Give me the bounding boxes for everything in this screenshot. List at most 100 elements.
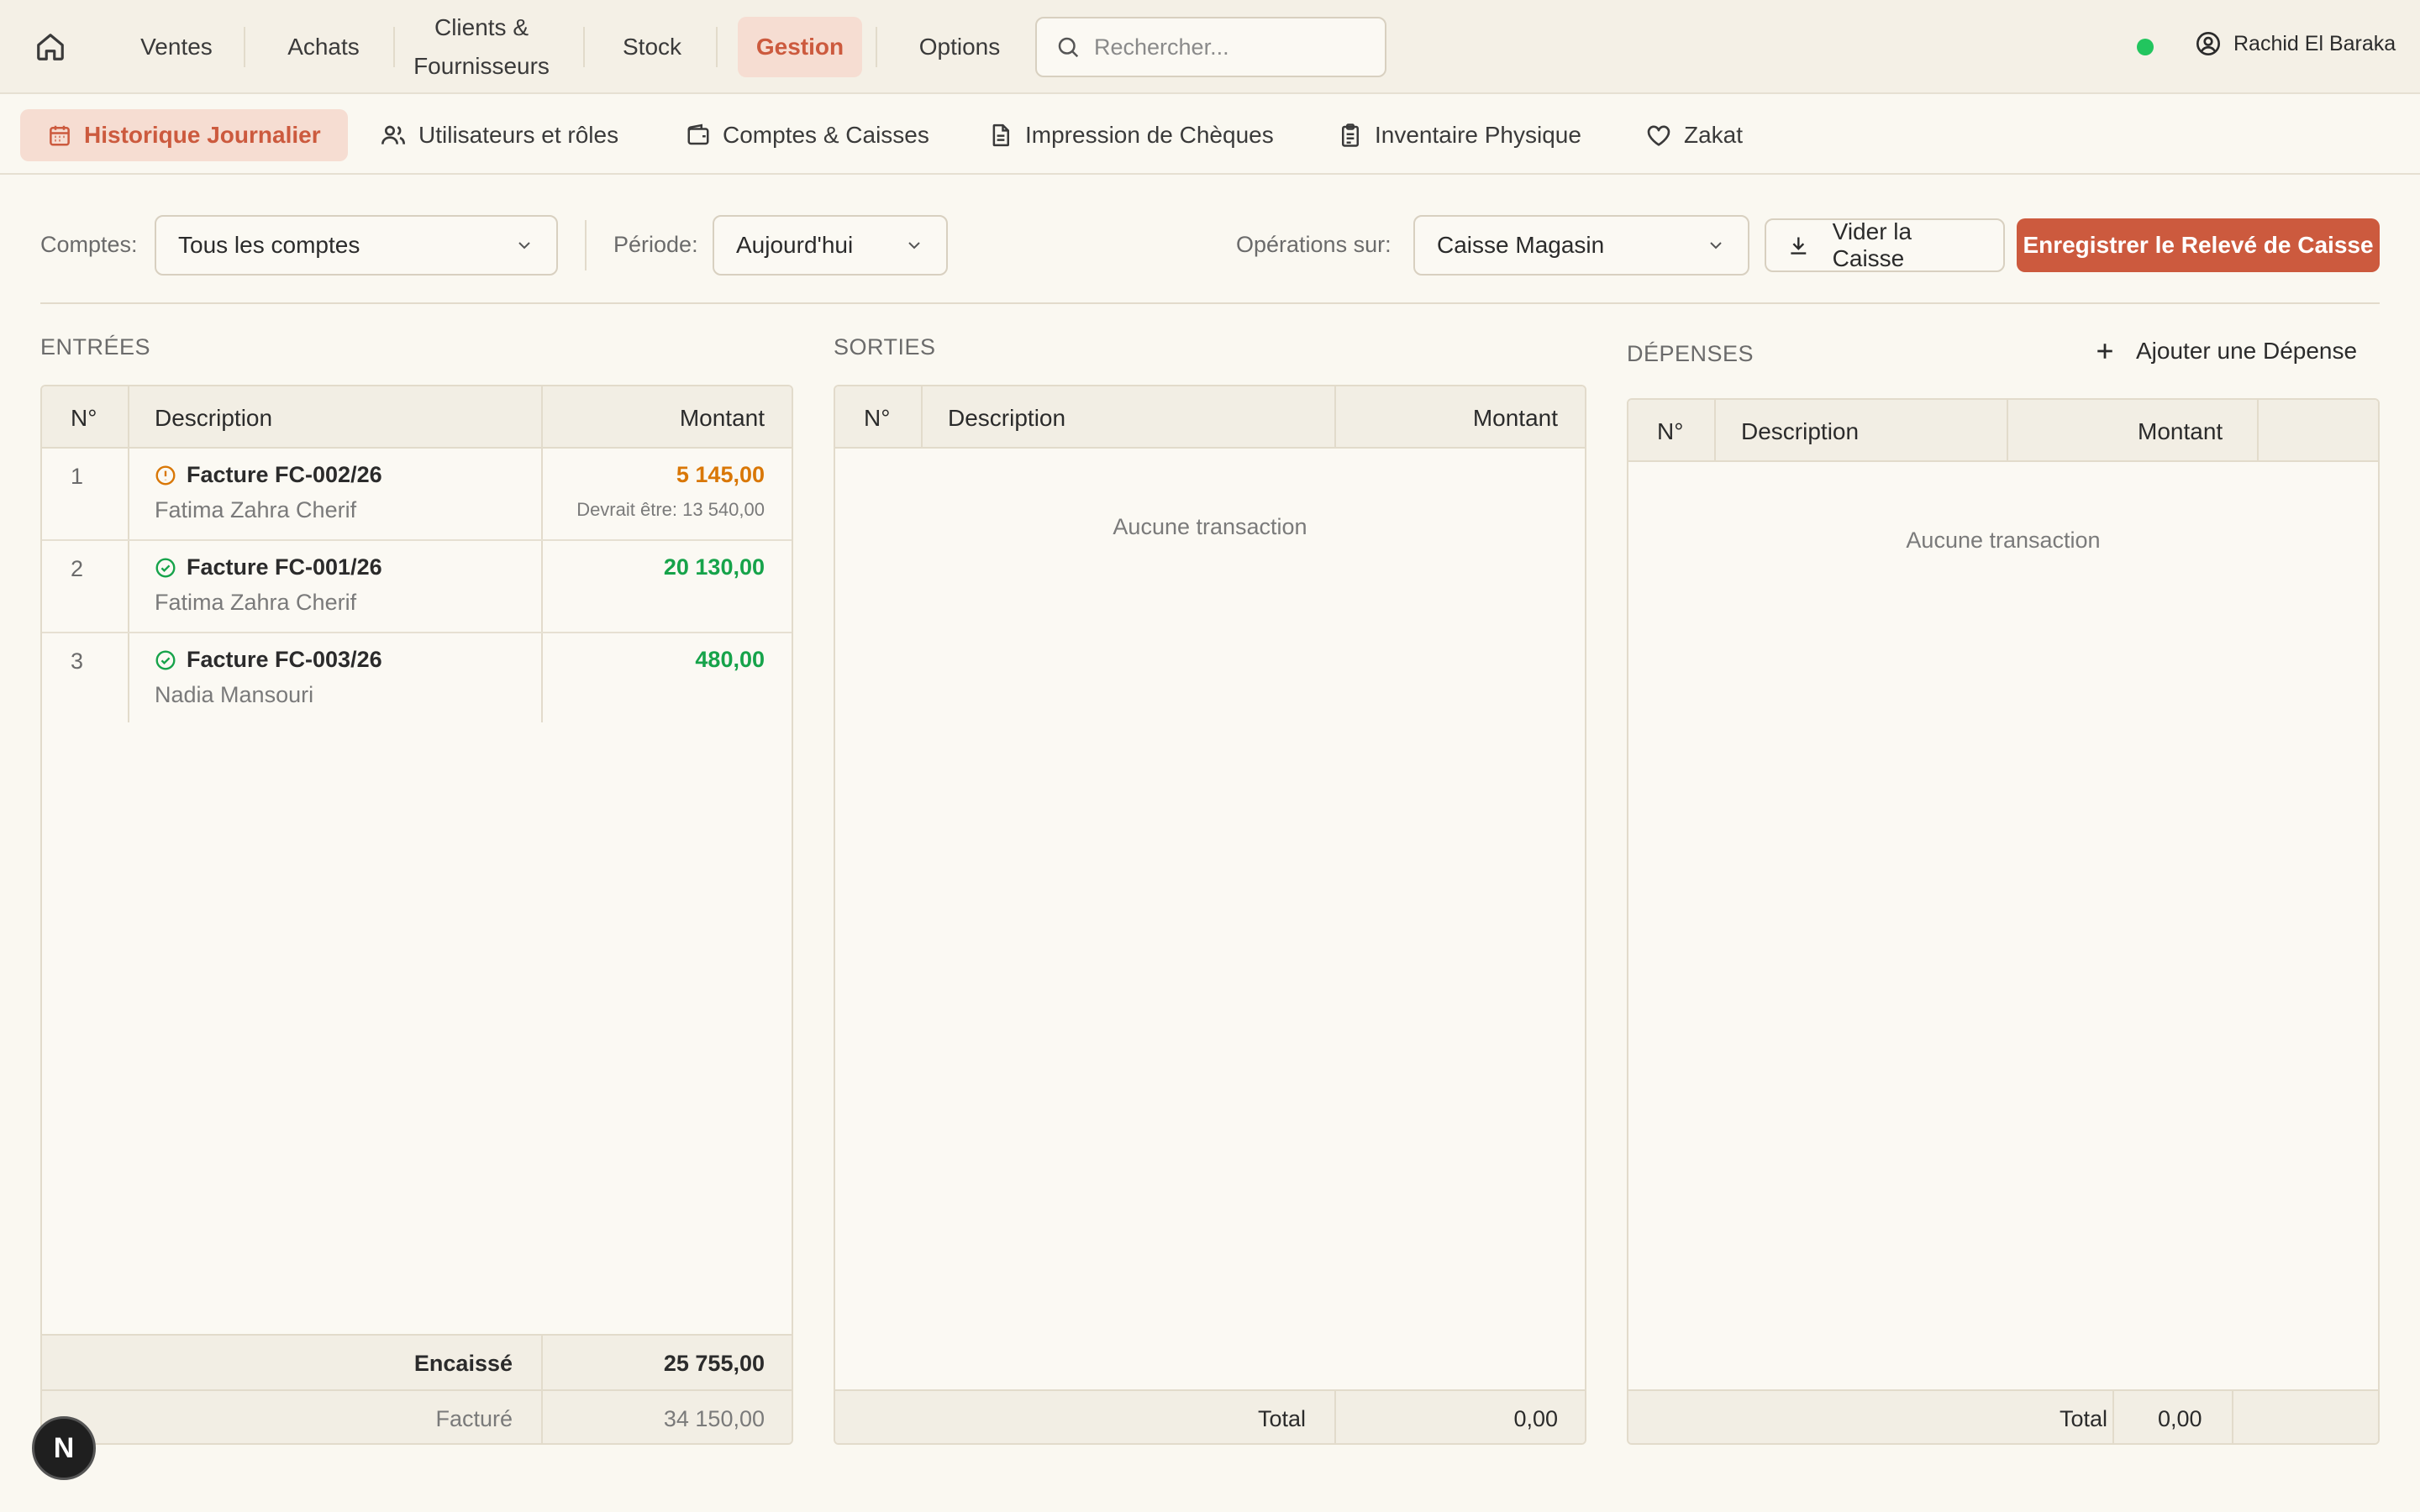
top-navbar: Ventes Achats Clients & Fournisseurs Sto…: [0, 0, 2420, 94]
add-expense-label: Ajouter une Dépense: [2136, 338, 2358, 364]
search-box[interactable]: [1035, 17, 1386, 77]
nav-clients-fournisseurs[interactable]: Clients & Fournisseurs: [402, 8, 561, 86]
col-header-amount: Montant: [2138, 418, 2223, 444]
tab-label: Impression de Chèques: [1025, 122, 1274, 148]
user-menu[interactable]: Rachid El Baraka: [2195, 30, 2396, 57]
tab-historique-journalier[interactable]: Historique Journalier: [20, 109, 348, 161]
tab-label: Comptes & Caisses: [723, 122, 929, 148]
clipboard-icon: [1342, 123, 1359, 147]
plus-icon: [2097, 344, 2112, 359]
outputs-total-row: Total 0,00: [835, 1389, 1585, 1443]
expenses-table: N° Description Montant Aucune transactio…: [1627, 398, 2380, 1445]
invoiced-label: Facturé: [435, 1406, 513, 1431]
nav-options[interactable]: Options: [897, 17, 1022, 77]
total-label: Total: [1257, 1406, 1306, 1431]
filter-bar: Comptes: Tous les comptes Période: Aujou…: [40, 215, 2380, 276]
entries-table-header: N° Description Montant: [42, 386, 792, 449]
home-icon: [37, 34, 64, 60]
column-divider: [1334, 386, 1336, 449]
invoice-title: Facture FC-002/26: [187, 462, 382, 487]
col-header-description: Description: [1741, 418, 1860, 444]
expenses-total-row: Total 0,00: [1628, 1389, 2378, 1443]
home-button[interactable]: [25, 24, 76, 71]
column-divider: [1714, 400, 1716, 462]
chevron-down-icon: [1710, 242, 1722, 249]
column-divider: [2112, 1391, 2114, 1443]
tab-utilisateurs-roles[interactable]: Utilisateurs et rôles: [380, 109, 618, 161]
column-divider: [2257, 400, 2259, 462]
row-amount: 5 145,00: [676, 462, 765, 487]
column-divider: [2007, 400, 2008, 462]
period-select-value: Aujourd'hui: [736, 232, 854, 258]
tab-label: Inventaire Physique: [1375, 122, 1581, 148]
row-amount: 480,00: [695, 647, 765, 672]
row-title: Facture FC-002/26: [155, 462, 382, 488]
register-select[interactable]: Caisse Magasin: [1413, 215, 1749, 276]
column-divider: [541, 1336, 543, 1391]
users-icon: [381, 125, 405, 144]
accounts-label: Comptes:: [40, 232, 138, 257]
empty-state: Aucune transaction: [1906, 528, 2101, 553]
empty-register-label: Vider la Caisse: [1832, 218, 1912, 271]
nav-clients-label: Clients &: [434, 14, 529, 40]
col-header-n: N°: [864, 405, 891, 431]
column-divider: [921, 386, 923, 449]
col-header-description: Description: [948, 405, 1066, 431]
nav-divider: [716, 27, 718, 67]
period-select[interactable]: Aujourd'hui: [713, 215, 948, 276]
table-row[interactable]: 3 Facture FC-003/26 Nadia Mansouri 480,0…: [42, 633, 792, 726]
nav-stock[interactable]: Stock: [600, 17, 704, 77]
column-divider: [1334, 1391, 1336, 1443]
entries-collected-row: Encaissé 25 755,00: [42, 1334, 792, 1391]
table-row[interactable]: 2 Facture FC-001/26 Fatima Zahra Cherif …: [42, 541, 792, 633]
save-register-statement-button[interactable]: Enregistrer le Relevé de Caisse: [2017, 218, 2380, 272]
nav-divider: [244, 27, 245, 67]
check-circle-icon: [155, 558, 176, 577]
tab-comptes-caisses[interactable]: Comptes & Caisses: [686, 109, 929, 161]
dev-tools-badge[interactable]: N: [32, 1416, 96, 1480]
column-divider: [2232, 1391, 2233, 1443]
client-name: Fatima Zahra Cherif: [155, 590, 357, 615]
row-number: 3: [71, 648, 84, 674]
invoice-title: Facture FC-003/26: [187, 647, 382, 672]
heart-icon: [1647, 125, 1670, 146]
expenses-title: DÉPENSES: [1627, 341, 1754, 366]
col-header-amount: Montant: [1472, 405, 1558, 431]
tab-zakat[interactable]: Zakat: [1645, 109, 1743, 161]
check-circle-icon: [155, 650, 176, 669]
gestion-subnav: Historique Journalier Utilisateurs et rô…: [0, 94, 2420, 175]
add-expense-button[interactable]: Ajouter une Dépense: [2092, 338, 2357, 365]
nav-achats[interactable]: Achats: [260, 17, 387, 77]
client-name: Fatima Zahra Cherif: [155, 497, 357, 522]
warning-circle-icon: [155, 465, 176, 485]
register-select-value: Caisse Magasin: [1437, 232, 1605, 258]
accounts-select[interactable]: Tous les comptes: [155, 215, 558, 276]
col-header-n: N°: [71, 405, 97, 431]
nav-gestion[interactable]: Gestion: [738, 17, 862, 77]
nav-divider: [583, 27, 585, 67]
invoiced-value: 34 150,00: [663, 1406, 765, 1431]
nav-fournisseurs-label: Fournisseurs: [413, 53, 550, 79]
total-value: 0,00: [2158, 1406, 2202, 1431]
nav-divider: [393, 27, 395, 67]
online-status-dot: [2137, 39, 2154, 55]
outputs-title: SORTIES: [834, 334, 936, 360]
calendar-icon: [50, 125, 70, 146]
chevron-down-icon: [908, 242, 920, 249]
nav-ventes[interactable]: Ventes: [118, 17, 235, 77]
empty-register-button[interactable]: Vider la Caisse: [1765, 218, 2005, 272]
table-row[interactable]: 1 Facture FC-002/26 Fatima Zahra Cherif …: [42, 449, 792, 541]
tab-impression-cheques[interactable]: Impression de Chèques: [988, 109, 1274, 161]
client-name: Nadia Mansouri: [155, 682, 314, 707]
wallet-icon: [687, 123, 709, 145]
collected-value: 25 755,00: [663, 1351, 765, 1376]
row-number: 2: [71, 556, 84, 581]
empty-state: Aucune transaction: [1113, 514, 1307, 539]
filter-divider-line: [40, 302, 2380, 304]
user-circle-icon: [2196, 32, 2220, 55]
row-title: Facture FC-003/26: [155, 647, 382, 673]
search-input[interactable]: [1094, 34, 1363, 60]
chevron-down-icon: [518, 242, 530, 249]
column-divider: [541, 1391, 543, 1443]
tab-inventaire-physique[interactable]: Inventaire Physique: [1338, 109, 1581, 161]
